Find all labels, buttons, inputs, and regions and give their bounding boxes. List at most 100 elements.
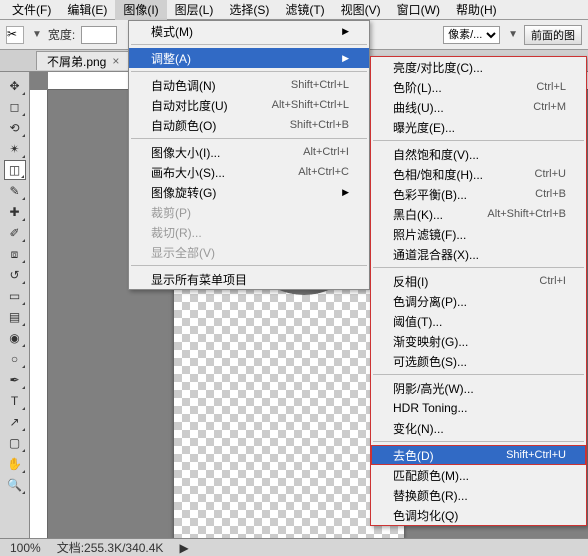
status-arrow-icon[interactable]: ▶	[179, 541, 188, 555]
menu-item-label: 通道混合器(X)...	[393, 246, 479, 263]
history-brush-tool[interactable]: ↺	[4, 265, 26, 285]
adjustments-item-16[interactable]: 可选颜色(S)...	[371, 351, 586, 371]
adjustments-item-23[interactable]: 匹配颜色(M)...	[371, 465, 586, 485]
wand-tool[interactable]: ✴	[4, 139, 26, 159]
image-menu-item-5[interactable]: 自动对比度(U)Alt+Shift+Ctrl+L	[129, 95, 369, 115]
adjustments-item-2[interactable]: 曲线(U)...Ctrl+M	[371, 97, 586, 117]
stamp-tool[interactable]: ⧈	[4, 244, 26, 264]
menu-edit[interactable]: 编辑(E)	[59, 0, 115, 20]
menu-item-label: 反相(I)	[393, 273, 428, 290]
menu-shortcut: Ctrl+U	[505, 168, 566, 180]
shape-tool[interactable]: ▢	[4, 433, 26, 453]
adjustments-item-6[interactable]: 色相/饱和度(H)... Ctrl+U	[371, 164, 586, 184]
menu-item-label: 阴影/高光(W)...	[393, 380, 474, 397]
image-menu-item-15[interactable]: 显示所有菜单项目	[129, 269, 369, 289]
menu-shortcut: Alt+Ctrl+C	[268, 166, 349, 178]
menu-shortcut: Shift+Ctrl+B	[260, 119, 349, 131]
unit-dropdown-icon[interactable]: ▼	[506, 29, 518, 40]
zoom-level[interactable]: 100%	[10, 541, 41, 555]
adjustments-item-12[interactable]: 反相(I) Ctrl+I	[371, 271, 586, 291]
tool-dropdown-icon[interactable]: ▼	[30, 29, 42, 40]
adjustments-item-8[interactable]: 黑白(K)...Alt+Shift+Ctrl+B	[371, 204, 586, 224]
menu-item-label: 色阶(L)...	[393, 79, 442, 96]
adjustments-item-13[interactable]: 色调分离(P)...	[371, 291, 586, 311]
menu-layer[interactable]: 图层(L)	[167, 0, 222, 20]
tab-close-button[interactable]: ×	[112, 54, 119, 68]
adjustments-item-22[interactable]: 去色(D)Shift+Ctrl+U	[371, 445, 586, 465]
adjustments-item-1[interactable]: 色阶(L)...Ctrl+L	[371, 77, 586, 97]
image-menu-item-11: 裁剪(P)	[129, 202, 369, 222]
statusbar: 100% 文档:255.3K/340.4K ▶	[0, 538, 588, 556]
adjustments-item-20[interactable]: 变化(N)...	[371, 418, 586, 438]
menu-item-label: 变化(N)...	[393, 420, 444, 437]
move-tool[interactable]: ✥	[4, 76, 26, 96]
tab-title: 不屑弟.png	[47, 53, 106, 70]
menu-shortcut: Ctrl+I	[509, 275, 566, 287]
menu-item-label: 色相/饱和度(H)...	[393, 166, 483, 183]
brush-tool[interactable]: ✐	[4, 223, 26, 243]
menu-separator	[131, 44, 367, 45]
menu-shortcut: Shift+Ctrl+L	[261, 79, 349, 91]
menu-item-label: 亮度/对比度(C)...	[393, 59, 483, 76]
crop-tool-icon[interactable]: ✂	[6, 26, 24, 44]
menu-item-label: 调整(A)	[151, 50, 191, 67]
dodge-tool[interactable]: ○	[4, 349, 26, 369]
adjustments-item-5[interactable]: 自然饱和度(V)...	[371, 144, 586, 164]
image-menu-item-0[interactable]: 模式(M)	[129, 21, 369, 41]
menu-separator	[131, 71, 367, 72]
menu-view[interactable]: 视图(V)	[333, 0, 389, 20]
menu-item-label: 渐变映射(G)...	[393, 333, 468, 350]
image-menu-item-4[interactable]: 自动色调(N)Shift+Ctrl+L	[129, 75, 369, 95]
adjustments-item-24[interactable]: 替换颜色(R)...	[371, 485, 586, 505]
lasso-tool[interactable]: ⟲	[4, 118, 26, 138]
menu-image[interactable]: 图像(I)	[115, 0, 166, 20]
eyedropper-tool[interactable]: ✎	[4, 181, 26, 201]
image-menu-item-2[interactable]: 调整(A)	[129, 48, 369, 68]
image-menu-item-9[interactable]: 画布大小(S)...Alt+Ctrl+C	[129, 162, 369, 182]
adjustments-item-14[interactable]: 阈值(T)...	[371, 311, 586, 331]
type-tool[interactable]: T	[4, 391, 26, 411]
marquee-tool[interactable]: ◻	[4, 97, 26, 117]
unit-select[interactable]: 像素/...	[443, 26, 500, 44]
eraser-tool[interactable]: ▭	[4, 286, 26, 306]
image-menu-dropdown: 模式(M)调整(A)自动色调(N)Shift+Ctrl+L自动对比度(U)Alt…	[128, 20, 370, 290]
width-input[interactable]	[81, 26, 117, 44]
menu-help[interactable]: 帮助(H)	[448, 0, 505, 20]
adjustments-item-0[interactable]: 亮度/对比度(C)...	[371, 57, 586, 77]
adjustments-item-25[interactable]: 色调均化(Q)	[371, 505, 586, 525]
front-image-button[interactable]: 前面的图	[524, 25, 582, 45]
menu-separator	[373, 140, 584, 141]
heal-tool[interactable]: ✚	[4, 202, 26, 222]
adjustments-item-19[interactable]: HDR Toning...	[371, 398, 586, 418]
crop-tool[interactable]: ◫	[4, 160, 26, 180]
path-tool[interactable]: ↗	[4, 412, 26, 432]
menu-file[interactable]: 文件(F)	[4, 0, 59, 20]
gradient-tool[interactable]: ▤	[4, 307, 26, 327]
image-menu-item-10[interactable]: 图像旋转(G)	[129, 182, 369, 202]
adjustments-item-3[interactable]: 曝光度(E)...	[371, 117, 586, 137]
blur-tool[interactable]: ◉	[4, 328, 26, 348]
image-menu-item-6[interactable]: 自动颜色(O) Shift+Ctrl+B	[129, 115, 369, 135]
width-label: 宽度:	[48, 26, 75, 43]
zoom-tool[interactable]: 🔍	[4, 475, 26, 495]
menu-item-label: 自动对比度(U)	[151, 97, 228, 114]
adjustments-item-9[interactable]: 照片滤镜(F)...	[371, 224, 586, 244]
menu-window[interactable]: 窗口(W)	[389, 0, 448, 20]
pen-tool[interactable]: ✒	[4, 370, 26, 390]
adjustments-item-15[interactable]: 渐变映射(G)...	[371, 331, 586, 351]
menu-item-label: 色调均化(Q)	[393, 507, 458, 524]
adjustments-item-7[interactable]: 色彩平衡(B)...Ctrl+B	[371, 184, 586, 204]
menu-item-label: 曲线(U)...	[393, 99, 444, 116]
menu-item-label: 替换颜色(R)...	[393, 487, 468, 504]
document-tab[interactable]: 不屑弟.png ×	[36, 51, 130, 70]
image-menu-item-8[interactable]: 图像大小(I)...Alt+Ctrl+I	[129, 142, 369, 162]
menu-item-label: HDR Toning...	[393, 401, 467, 415]
hand-tool[interactable]: ✋	[4, 454, 26, 474]
adjustments-item-10[interactable]: 通道混合器(X)...	[371, 244, 586, 264]
menu-item-label: 自动颜色(O)	[151, 117, 216, 134]
menu-shortcut: Shift+Ctrl+U	[476, 449, 566, 461]
menu-select[interactable]: 选择(S)	[221, 0, 277, 20]
menu-filter[interactable]: 滤镜(T)	[277, 0, 332, 20]
adjustments-item-18[interactable]: 阴影/高光(W)...	[371, 378, 586, 398]
menu-item-label: 色彩平衡(B)...	[393, 186, 467, 203]
